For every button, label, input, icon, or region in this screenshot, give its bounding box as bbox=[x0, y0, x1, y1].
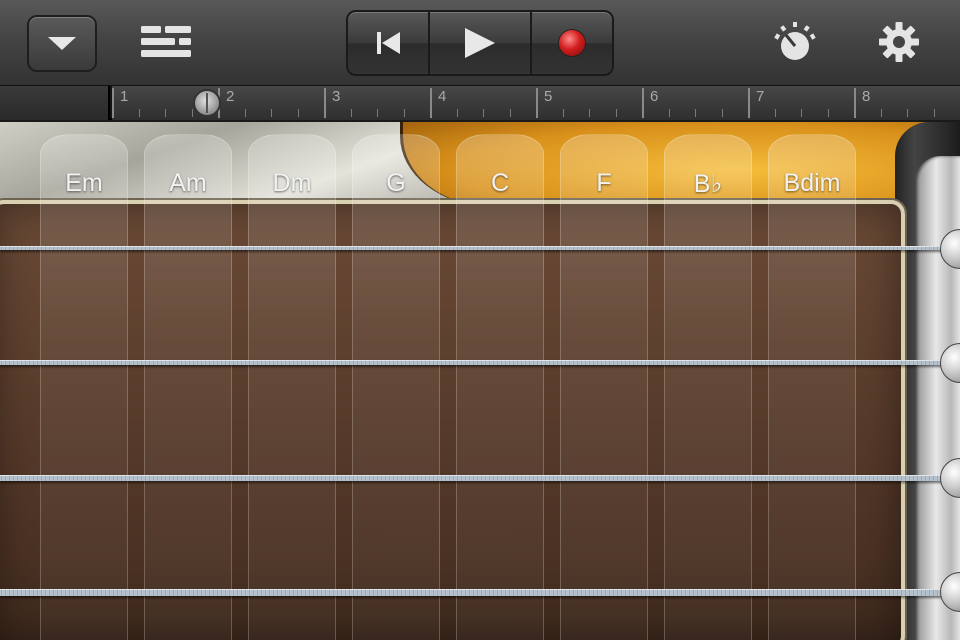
chord-label: B♭ bbox=[693, 170, 723, 198]
ruler-bar-line bbox=[430, 88, 432, 118]
ruler-bar-line bbox=[536, 88, 538, 118]
ruler-beat-tick bbox=[138, 109, 140, 117]
guitar-string-2[interactable] bbox=[0, 360, 960, 365]
ruler-beat-tick bbox=[880, 109, 882, 117]
chord-label: Bdim bbox=[783, 169, 841, 197]
chord-strip-2[interactable]: Am bbox=[144, 134, 232, 640]
ruler-beat-tick bbox=[297, 109, 299, 117]
chord-strip-7[interactable]: B♭ bbox=[664, 134, 752, 640]
ruler-bar-number: 6 bbox=[650, 88, 659, 105]
ruler-beat-tick bbox=[589, 109, 590, 117]
play-button[interactable] bbox=[430, 12, 532, 74]
play-icon bbox=[465, 28, 495, 58]
rewind-button[interactable] bbox=[348, 12, 430, 74]
ruler-bar-line bbox=[112, 88, 114, 118]
top-toolbar bbox=[0, 0, 960, 86]
ruler-beat-tick bbox=[801, 109, 802, 117]
chord-strip-5[interactable]: C bbox=[456, 134, 544, 640]
chord-strip-1[interactable]: Em bbox=[40, 134, 128, 640]
chord-strip-3[interactable]: Dm bbox=[248, 134, 336, 640]
record-button[interactable] bbox=[532, 12, 612, 74]
ruler-bar-number: 8 bbox=[862, 88, 871, 105]
ruler-beat-tick bbox=[191, 109, 193, 117]
chord-strip-4[interactable]: G bbox=[352, 134, 440, 640]
ruler-track[interactable]: 1 2 3 4 5 6 7 8 bbox=[112, 86, 960, 120]
record-icon bbox=[559, 30, 585, 56]
chord-label: Em bbox=[65, 169, 103, 197]
ruler-bar-number: 2 bbox=[226, 88, 235, 105]
ruler-beat-tick bbox=[271, 109, 272, 117]
ruler-beat-tick bbox=[907, 109, 908, 117]
ruler-bar-line bbox=[748, 88, 750, 118]
ruler-bar-number: 5 bbox=[544, 88, 553, 105]
ruler-bar-number: 1 bbox=[120, 88, 129, 105]
ruler-header bbox=[0, 86, 110, 120]
ruler-beat-tick bbox=[827, 109, 829, 117]
ruler-beat-tick bbox=[509, 109, 511, 117]
ruler-beat-tick bbox=[695, 109, 696, 117]
chord-label: Dm bbox=[272, 169, 312, 197]
ruler-beat-tick bbox=[668, 109, 670, 117]
ruler-beat-tick bbox=[774, 109, 776, 117]
rewind-to-start-icon bbox=[376, 32, 400, 54]
ruler-beat-tick bbox=[350, 109, 352, 117]
ruler-beat-tick bbox=[244, 109, 246, 117]
gear-icon bbox=[879, 22, 919, 62]
metronome-button[interactable] bbox=[770, 18, 820, 66]
ruler-beat-tick bbox=[456, 109, 458, 117]
instrument-menu-button[interactable] bbox=[27, 15, 97, 72]
tracks-view-button[interactable] bbox=[136, 18, 196, 66]
ruler-beat-tick bbox=[165, 109, 166, 117]
ruler-beat-tick bbox=[721, 109, 723, 117]
guitar-string-1[interactable] bbox=[0, 246, 960, 250]
chord-strip-8[interactable]: Bdim bbox=[768, 134, 856, 640]
chord-label: C bbox=[490, 169, 510, 197]
ruler-bar-number: 4 bbox=[438, 88, 447, 105]
settings-button[interactable] bbox=[874, 18, 924, 66]
smart-guitar-area: Em Am Dm G C F B♭ Bdim bbox=[0, 122, 960, 640]
metronome-icon bbox=[774, 22, 816, 60]
ruler-bar-number: 3 bbox=[332, 88, 341, 105]
ruler-beat-tick bbox=[483, 109, 484, 117]
ruler-beat-tick bbox=[377, 109, 378, 117]
guitar-string-3[interactable] bbox=[0, 475, 960, 481]
chord-label: G bbox=[386, 169, 406, 197]
ruler-beat-tick bbox=[562, 109, 564, 117]
chord-strip-6[interactable]: F bbox=[560, 134, 648, 640]
ruler-bar-line bbox=[642, 88, 644, 118]
tracks-view-icon bbox=[141, 26, 191, 57]
ruler-beat-tick bbox=[933, 109, 935, 117]
ruler-bar-line bbox=[854, 88, 856, 118]
guitar-string-4[interactable] bbox=[0, 589, 960, 596]
timeline-ruler[interactable]: 1 2 3 4 5 6 7 8 bbox=[0, 86, 960, 120]
chord-label: Am bbox=[169, 169, 207, 197]
ruler-beat-tick bbox=[615, 109, 617, 117]
transport-controls bbox=[346, 10, 614, 76]
guitar-bridge-plate bbox=[915, 156, 960, 640]
ruler-bar-number: 7 bbox=[756, 88, 765, 105]
chord-label: F bbox=[596, 169, 612, 197]
ruler-beat-tick bbox=[403, 109, 405, 117]
ruler-bar-line bbox=[324, 88, 326, 118]
chevron-down-icon bbox=[48, 37, 76, 50]
